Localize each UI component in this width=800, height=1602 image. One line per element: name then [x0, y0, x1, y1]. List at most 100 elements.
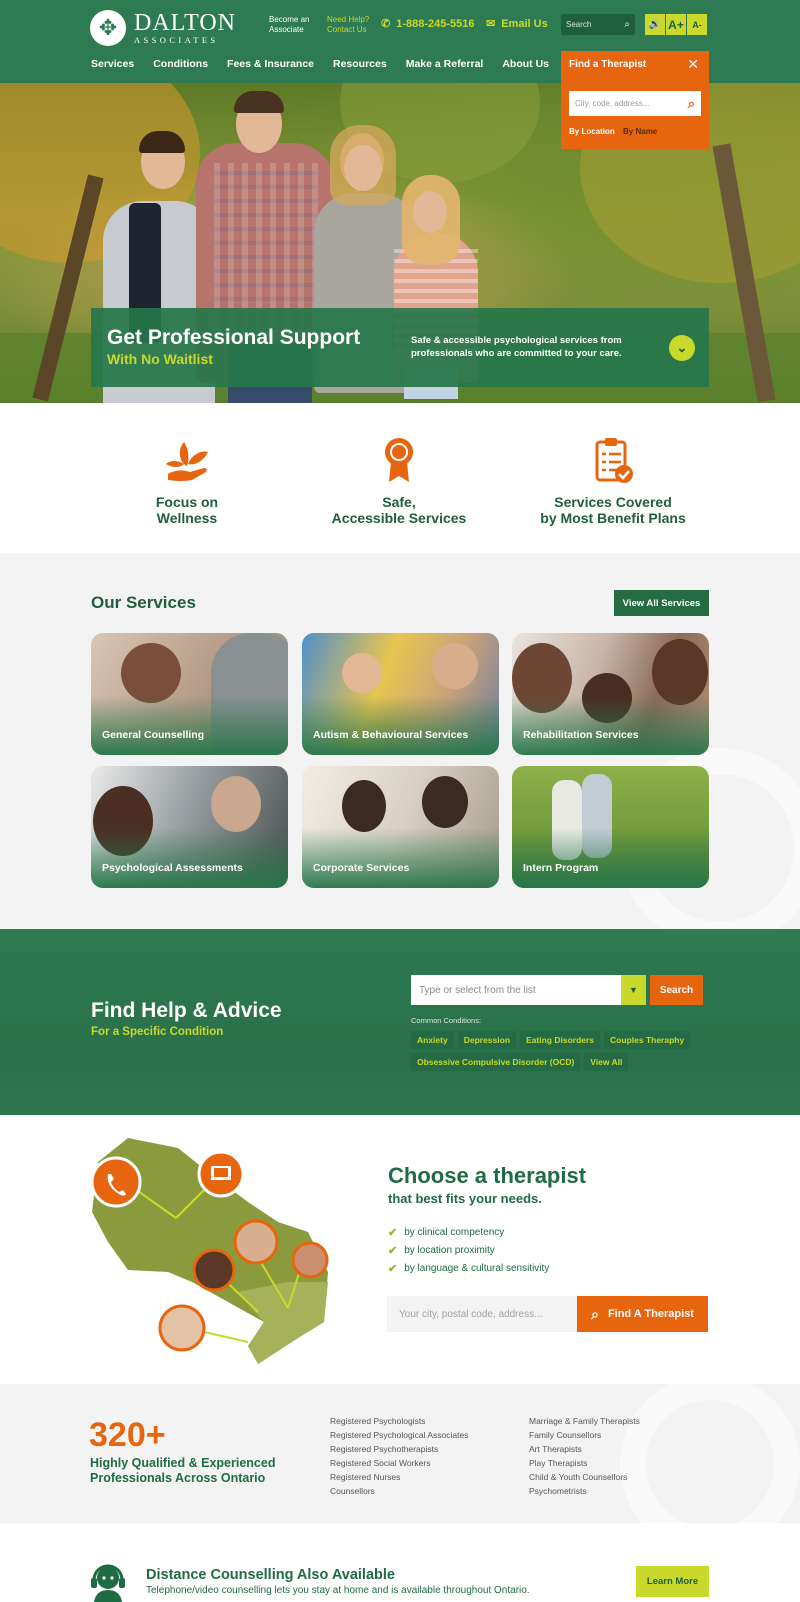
- service-card-label: Autism & Behavioural Services: [313, 729, 469, 741]
- tag-anxiety[interactable]: Anxiety: [411, 1031, 454, 1049]
- ontario-map-illustration: [90, 1138, 329, 1364]
- service-card-rehabilitation[interactable]: Rehabilitation Services: [512, 633, 709, 755]
- services-heading: Our Services: [91, 593, 196, 612]
- condition-tags: Anxiety Depression Eating Disorders Coup…: [411, 1031, 711, 1071]
- search-icon[interactable]: ⌕: [624, 19, 630, 30]
- list-item: Counsellors: [330, 1486, 375, 1496]
- condition-search-button[interactable]: Search: [650, 975, 703, 1005]
- tag-view-all[interactable]: View All: [584, 1053, 629, 1071]
- font-increase-button[interactable]: A+: [666, 14, 686, 35]
- feature-covered: Services Covered by Most Benefit Plans: [528, 432, 698, 526]
- phone-link[interactable]: ✆ 1-888-245-5516: [381, 17, 475, 31]
- feature-safe: Safe, Accessible Services: [314, 432, 484, 526]
- main-nav: Services Conditions Fees & Insurance Res…: [91, 58, 568, 70]
- hero-title: Get Professional Support: [107, 326, 361, 349]
- list-item: Registered Psychotherapists: [330, 1444, 439, 1454]
- tag-depression[interactable]: Depression: [457, 1031, 517, 1049]
- phone-icon: ✆: [381, 18, 391, 30]
- find-therapist-button-label: Find A Therapist: [607, 1308, 694, 1320]
- find-help-section: Find Help & Advice For a Specific Condit…: [0, 929, 800, 1115]
- service-card-autism[interactable]: Autism & Behavioural Services: [302, 633, 499, 755]
- choose-location-field: [387, 1296, 577, 1332]
- envelope-icon: ✉: [486, 18, 496, 30]
- check-icon: ✔: [388, 1245, 398, 1257]
- service-card-counselling[interactable]: General Counselling: [91, 633, 288, 755]
- view-all-services-button[interactable]: View All Services: [614, 590, 709, 616]
- condition-select: ▼: [411, 975, 646, 1005]
- list-item: Child & Youth Counsellors: [529, 1472, 628, 1482]
- list-item: Play Therapists: [529, 1458, 588, 1468]
- logo-name: DALTON: [134, 10, 237, 37]
- condition-input[interactable]: [411, 984, 621, 996]
- tag-ocd[interactable]: Obsessive Compulsive Disorder (OCD): [411, 1053, 581, 1071]
- distance-description: Telephone/video counselling lets you sta…: [146, 1585, 530, 1596]
- logo[interactable]: ✥ DALTON ASSOCIATES: [90, 10, 236, 46]
- ribbon-badge-icon: [314, 432, 484, 484]
- choose-location-input[interactable]: [399, 1308, 569, 1320]
- search-icon: ⌕: [591, 1305, 599, 1322]
- nav-services[interactable]: Services: [91, 58, 134, 70]
- tag-eating-disorders[interactable]: Eating Disorders: [520, 1031, 601, 1049]
- nav-referral[interactable]: Make a Referral: [406, 58, 484, 70]
- logo-watermark-icon: [620, 1384, 800, 1523]
- find-therapist-title[interactable]: Find a Therapist: [569, 59, 646, 70]
- tag-couples[interactable]: Couples Theraphy: [604, 1031, 691, 1049]
- nav-resources[interactable]: Resources: [333, 58, 387, 70]
- list-item: Registered Social Workers: [330, 1458, 431, 1468]
- speaker-icon[interactable]: 🔊: [645, 14, 665, 35]
- check-icon: ✔: [388, 1227, 398, 1239]
- professions-list-1: Registered Psychologists Registered Psyc…: [330, 1414, 468, 1498]
- feature-label: Safe, Accessible Services: [331, 494, 467, 526]
- therapist-location-field: ⌕: [569, 91, 701, 116]
- choose-bullet: ✔ by location proximity: [388, 1245, 495, 1257]
- search-icon[interactable]: ⌕: [688, 96, 695, 112]
- check-icon: ✔: [388, 1263, 398, 1275]
- hero-description: Safe & accessible psychological services…: [411, 335, 622, 359]
- service-card-label: Rehabilitation Services: [523, 729, 639, 741]
- hero-banner: Get Professional Support With No Waitlis…: [91, 308, 709, 387]
- contact-us-label: Contact Us: [327, 25, 367, 34]
- tab-by-location[interactable]: By Location: [569, 127, 615, 136]
- distance-title: Distance Counselling Also Available: [146, 1567, 395, 1583]
- service-card-assessments[interactable]: Psychological Assessments: [91, 766, 288, 888]
- professionals-description: Highly Qualified & Experienced Professio…: [90, 1456, 276, 1485]
- need-help-label: Need Help?: [327, 15, 370, 24]
- email-link[interactable]: ✉ Email Us: [486, 17, 548, 31]
- close-icon[interactable]: ✕: [687, 56, 699, 73]
- nav-conditions[interactable]: Conditions: [153, 58, 208, 70]
- professions-list-2: Marriage & Family Therapists Family Coun…: [529, 1414, 640, 1498]
- header-search-input[interactable]: [566, 20, 616, 29]
- therapist-location-input[interactable]: [575, 99, 675, 108]
- scroll-down-button[interactable]: ⌄: [669, 335, 695, 361]
- become-associate-link[interactable]: Become an Associate: [269, 15, 317, 35]
- accessibility-controls: 🔊 A+ A-: [645, 14, 707, 35]
- service-card-label: Intern Program: [523, 862, 599, 874]
- chevron-down-icon: ⌄: [676, 340, 688, 355]
- help-title: Find Help & Advice: [91, 999, 282, 1022]
- stats-section: 320+ Highly Qualified & Experienced Prof…: [0, 1384, 800, 1523]
- service-card-corporate[interactable]: Corporate Services: [302, 766, 499, 888]
- font-decrease-button[interactable]: A-: [687, 14, 707, 35]
- service-card-label: General Counselling: [102, 729, 205, 741]
- find-therapist-panel: Find a Therapist ✕ ⌕ By Location By Name: [561, 51, 709, 149]
- need-help-link[interactable]: Need Help? Contact Us: [327, 15, 369, 35]
- list-item: Registered Nurses: [330, 1472, 401, 1482]
- caret-down-icon[interactable]: ▼: [621, 975, 646, 1005]
- choose-subtitle: that best fits your needs.: [388, 1191, 542, 1206]
- learn-more-button[interactable]: Learn More: [636, 1566, 709, 1597]
- logo-icon: ✥: [90, 10, 126, 46]
- logo-sub: ASSOCIATES: [134, 35, 219, 46]
- feature-wellness: Focus on Wellness: [102, 432, 272, 526]
- list-item: Psychometrists: [529, 1486, 587, 1496]
- find-therapist-button[interactable]: ⌕ Find A Therapist: [577, 1296, 708, 1332]
- list-item: Family Counsellors: [529, 1430, 602, 1440]
- professionals-count: 320+: [89, 1416, 166, 1454]
- phone-number: 1-888-245-5516: [396, 17, 475, 30]
- nav-about[interactable]: About Us: [502, 58, 549, 70]
- service-card-intern[interactable]: Intern Program: [512, 766, 709, 888]
- tab-by-name[interactable]: By Name: [623, 127, 657, 136]
- service-card-label: Corporate Services: [313, 862, 410, 874]
- list-item: Registered Psychological Associates: [330, 1430, 469, 1440]
- nav-fees[interactable]: Fees & Insurance: [227, 58, 314, 70]
- choose-bullet: ✔ by clinical competency: [388, 1227, 505, 1239]
